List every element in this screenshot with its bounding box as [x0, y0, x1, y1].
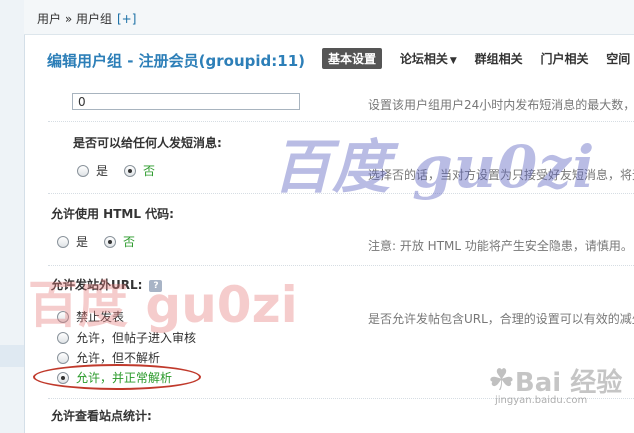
allow-html-desc: 注意: 开放 HTML 功能将产生安全隐患，请慎用。	[368, 239, 633, 253]
radio-selected-icon	[124, 164, 137, 177]
allow-html-option-yes[interactable]: 是	[57, 235, 88, 249]
view-stats-label: 允许查看站点统计:	[51, 409, 152, 423]
tab-forum-label: 论坛相关	[399, 52, 448, 66]
tab-space[interactable]: 空间	[606, 50, 630, 67]
pm-any-options: 是否	[77, 163, 155, 179]
pm-any-option-yes-label: 是	[96, 164, 109, 178]
watermark-middle: 百度 gu0zi	[28, 276, 298, 334]
breadcrumb: 用户 » 用户组 [+]	[37, 10, 136, 27]
allow-html-options: 是否	[57, 234, 135, 250]
left-nav-highlight	[0, 345, 24, 367]
highlight-circle-annotation	[33, 364, 201, 390]
radio-icon	[57, 351, 69, 364]
pm-any-option-no[interactable]: 否	[124, 164, 155, 178]
settings-tabs: 基本设置 论坛相关 ▼ 群组相关 门户相关 空间	[322, 48, 634, 69]
brand-logo-text: Bai 经验	[514, 368, 623, 398]
tab-basic[interactable]: 基本设置	[322, 48, 383, 69]
allow-url-option-2-label: 允许，但不解析	[76, 351, 161, 365]
allow-html-label: 允许使用 HTML 代码:	[51, 207, 174, 221]
allow-html-option-yes-label: 是	[76, 235, 89, 249]
pm-any-option-no-label: 否	[143, 164, 156, 178]
tab-forum[interactable]: 论坛相关 ▼	[400, 50, 457, 67]
pm-limit-desc: 设置该用户组用户24小时内发布短消息的最大数，	[368, 98, 634, 112]
radio-selected-icon	[104, 235, 117, 248]
breadcrumb-text: 用户 » 用户组	[37, 12, 112, 26]
allow-html-option-no[interactable]: 否	[104, 235, 135, 249]
watermark-top: 百度 gu0zi	[273, 133, 596, 201]
add-shortcut-button[interactable]: [+]	[117, 12, 136, 26]
page-title: 编辑用户组 - 注册会员(groupid:11)	[47, 52, 305, 70]
radio-icon	[77, 164, 89, 177]
pm-any-label: 是否可以给任何人发短消息:	[73, 136, 222, 150]
pm-any-option-yes[interactable]: 是	[77, 164, 108, 178]
chevron-down-icon: ▼	[449, 56, 457, 66]
brand-watermark: ☘Bai 经验 jingyan.baidu.com	[488, 362, 622, 406]
breadcrumb-bar: 用户 » 用户组 [+]	[24, 0, 634, 35]
tab-group[interactable]: 群组相关	[475, 50, 523, 67]
pm-limit-input[interactable]	[72, 93, 300, 110]
left-nav	[0, 0, 25, 433]
radio-icon	[57, 235, 69, 248]
allow-html-option-no-label: 否	[123, 235, 136, 249]
paw-icon: ☘	[488, 363, 515, 398]
allow-url-desc: 是否允许发帖包含URL，合理的设置可以有效的减少	[368, 312, 634, 326]
tab-portal[interactable]: 门户相关	[540, 50, 588, 67]
